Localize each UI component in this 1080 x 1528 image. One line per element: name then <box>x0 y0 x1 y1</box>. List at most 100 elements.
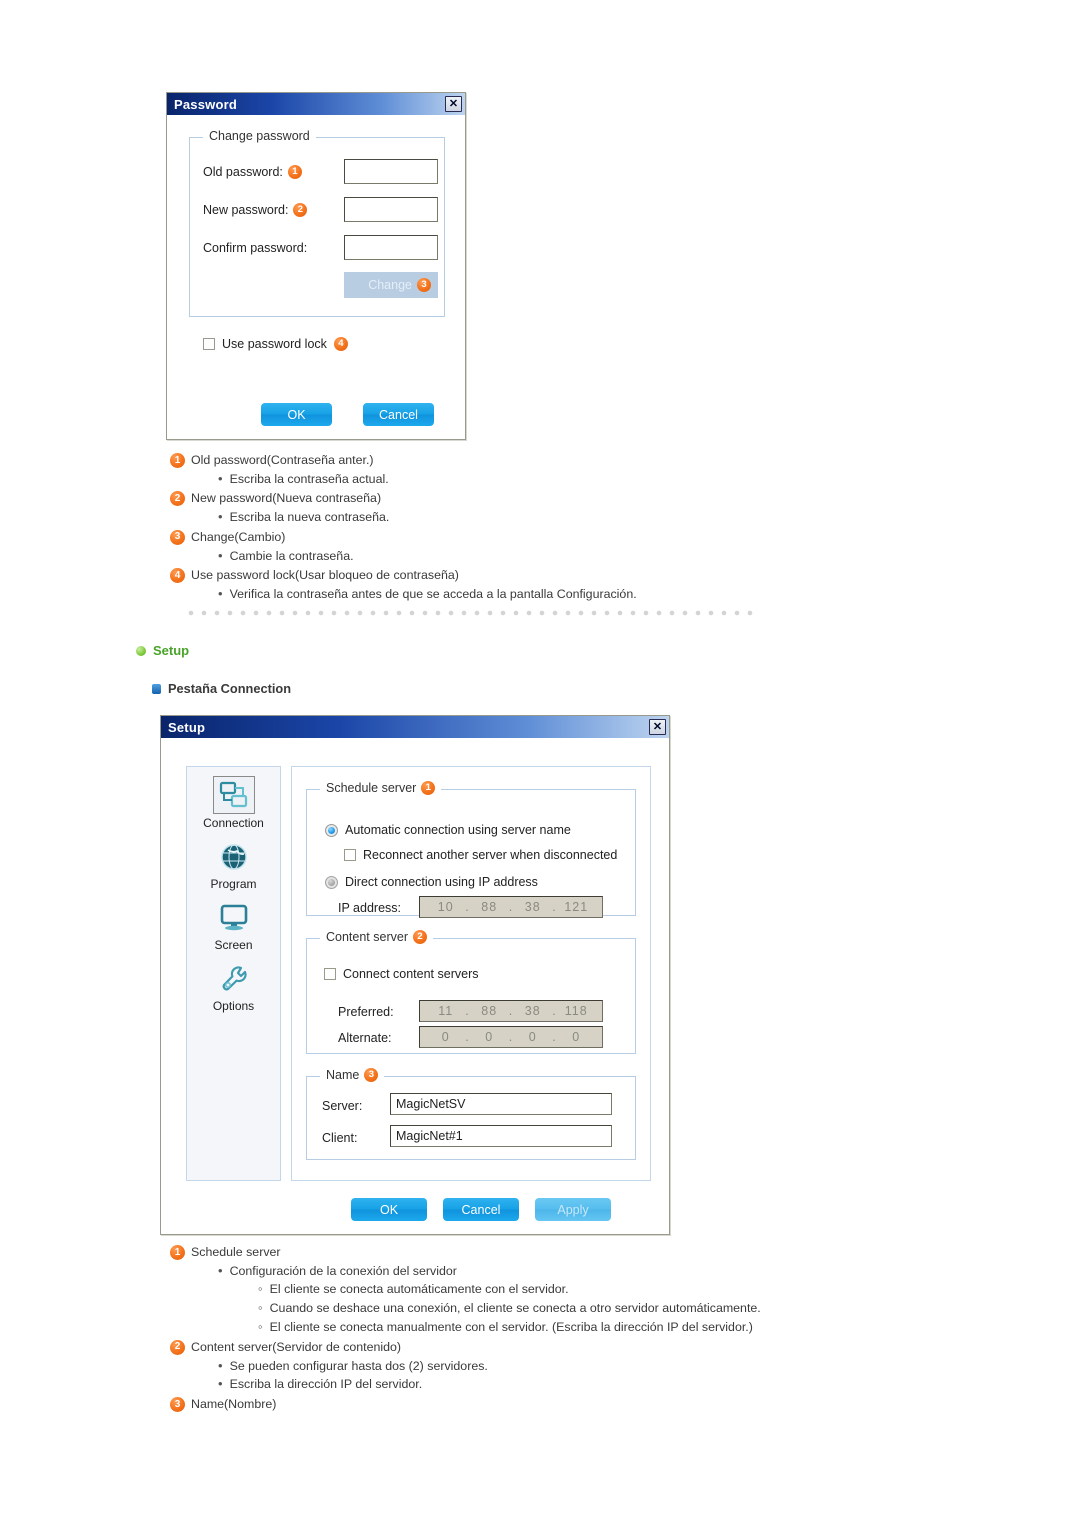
ip-octet-3: 38 <box>524 1004 541 1018</box>
note-text: Content server(Servidor de contenido) <box>191 1339 402 1354</box>
radio-automatic-connection[interactable] <box>325 823 338 837</box>
note-text: Cambie la contraseña. <box>229 548 354 563</box>
setup-dialog: Setup ✕ Connection Program Screen Option… <box>160 715 670 1235</box>
connection-icon <box>212 776 255 814</box>
annotation-badge-3: 3 <box>417 278 431 292</box>
annotation-badge-4: 4 <box>170 568 185 584</box>
checkbox-row-connect-content-servers[interactable]: Connect content servers <box>324 967 479 981</box>
annotation-badge-4: 4 <box>333 337 348 351</box>
setup-apply-button[interactable]: Apply <box>535 1198 611 1221</box>
sidebar-item-program[interactable]: Program <box>187 839 280 891</box>
note-text: Old password(Contraseña anter.) <box>191 453 374 467</box>
note-item: Cuando se deshace una conexión, el clien… <box>258 1299 858 1318</box>
annotation-badge-2: 2 <box>293 203 308 217</box>
alternate-ip-input[interactable]: 0 . 0 . 0 . 0 <box>419 1026 603 1048</box>
password-ok-button[interactable]: OK <box>261 403 332 426</box>
ip-dot: . <box>508 1004 514 1018</box>
ip-dot: . <box>552 900 557 914</box>
setup-heading-label: Setup <box>153 643 190 658</box>
confirm-password-label-row: Confirm password: <box>203 241 307 255</box>
sidebar-label-options: Options <box>212 999 255 1013</box>
note-text: Name(Nombre) <box>191 1397 277 1412</box>
close-icon[interactable]: ✕ <box>445 96 462 112</box>
ip-address-label: IP address: <box>338 901 402 915</box>
note-item: Escriba la dirección IP del servidor. <box>218 1375 890 1394</box>
setup-section-heading: Setup <box>136 643 189 658</box>
close-icon[interactable]: ✕ <box>649 719 666 735</box>
note-text: Change(Cambio) <box>191 529 286 544</box>
server-name-input[interactable]: MagicNetSV <box>390 1093 612 1115</box>
note-text: Se pueden configurar hasta dos (2) servi… <box>229 1358 488 1373</box>
note-item: El cliente se conecta automáticamente co… <box>258 1280 890 1299</box>
note-item: El cliente se conecta manualmente con el… <box>258 1318 858 1337</box>
note-text: New password(Nueva contraseña) <box>191 491 382 506</box>
setup-notes-list: 1 Schedule server Configuración de la co… <box>170 1242 890 1414</box>
setup-dialog-title: Setup <box>168 719 206 735</box>
connection-tab-heading: Pestaña Connection <box>152 681 291 696</box>
radio-row-direct-connection[interactable]: Direct connection using IP address <box>325 875 538 889</box>
annotation-badge-1: 1 <box>287 165 302 179</box>
ip-octet-1: 11 <box>438 1004 454 1018</box>
connect-content-servers-checkbox[interactable] <box>324 968 336 980</box>
note-text: El cliente se conecta manualmente con el… <box>269 1320 753 1335</box>
radio-automatic-connection-label: Automatic connection using server name <box>345 823 571 837</box>
setup-dialog-titlebar: Setup ✕ <box>161 716 669 738</box>
annotation-badge-2: 2 <box>412 930 427 944</box>
checkbox-row-reconnect[interactable]: Reconnect another server when disconnect… <box>344 848 617 862</box>
old-password-input[interactable] <box>344 159 438 184</box>
preferred-ip-input[interactable]: 11 . 88 . 38 . 118 <box>419 1000 603 1022</box>
note-item: 3 Change(Cambio) <box>170 528 870 547</box>
radio-row-automatic-connection[interactable]: Automatic connection using server name <box>325 823 571 837</box>
change-password-button[interactable]: Change 3 <box>344 272 438 298</box>
ip-address-input[interactable]: 10 . 88 . 38 . 121 <box>419 896 603 918</box>
old-password-label: Old password: <box>203 165 283 179</box>
setup-main-pane: Schedule server 1 Automatic connection u… <box>291 766 651 1181</box>
globe-icon <box>214 839 254 875</box>
note-text: Verifica la contraseña antes de que se a… <box>229 586 637 601</box>
reconnect-checkbox-label: Reconnect another server when disconnect… <box>363 848 618 862</box>
radio-direct-connection[interactable] <box>325 875 338 889</box>
alternate-label: Alternate: <box>338 1031 392 1045</box>
ip-octet-3: 38 <box>524 900 541 914</box>
use-password-lock-checkbox[interactable] <box>203 338 215 350</box>
ip-dot: . <box>552 1004 557 1018</box>
note-item: 1 Schedule server <box>170 1243 890 1262</box>
note-text: Use password lock(Usar bloqueo de contra… <box>191 568 459 583</box>
note-text: Escriba la contraseña actual. <box>229 471 389 486</box>
blue-bullet-icon <box>152 683 161 694</box>
change-password-button-label: Change <box>368 278 412 292</box>
ip-dot: . <box>465 900 470 914</box>
ip-dot: . <box>508 1030 514 1044</box>
connect-content-servers-label: Connect content servers <box>343 967 479 981</box>
client-name-input[interactable]: MagicNet#1 <box>390 1125 612 1147</box>
sidebar-item-options[interactable]: Options <box>187 961 280 1013</box>
client-name-label: Client: <box>322 1131 358 1145</box>
ip-octet-2: 88 <box>481 900 498 914</box>
use-password-lock-row[interactable]: Use password lock 4 <box>203 337 348 351</box>
password-cancel-button[interactable]: Cancel <box>363 403 434 426</box>
setup-sidebar: Connection Program Screen Options <box>186 766 281 1181</box>
annotation-badge-3: 3 <box>170 1397 185 1413</box>
note-item: Se pueden configurar hasta dos (2) servi… <box>218 1357 890 1376</box>
password-dialog: Password ✕ Change password Old password:… <box>166 92 466 440</box>
connection-tab-label: Pestaña Connection <box>168 681 292 696</box>
setup-cancel-button[interactable]: Cancel <box>443 1198 519 1221</box>
confirm-password-input[interactable] <box>344 235 438 260</box>
new-password-input[interactable] <box>344 197 438 222</box>
old-password-label-row: Old password: 1 <box>203 165 302 179</box>
reconnect-checkbox[interactable] <box>344 849 356 861</box>
setup-ok-button[interactable]: OK <box>351 1198 427 1221</box>
sidebar-item-connection[interactable]: Connection <box>187 776 280 830</box>
name-legend: Name 3 <box>320 1068 385 1082</box>
confirm-password-label: Confirm password: <box>203 241 308 255</box>
server-name-label: Server: <box>322 1099 363 1113</box>
sidebar-item-screen[interactable]: Screen <box>187 900 280 952</box>
new-password-label: New password: <box>203 203 289 217</box>
use-password-lock-label: Use password lock <box>222 337 327 351</box>
green-bullet-icon <box>136 645 146 656</box>
note-item: Escriba la nueva contraseña. <box>218 508 870 527</box>
monitor-icon <box>214 900 254 936</box>
section-divider <box>188 610 756 616</box>
name-groupbox: Name 3 <box>306 1068 636 1160</box>
ip-dot: . <box>465 1030 470 1044</box>
